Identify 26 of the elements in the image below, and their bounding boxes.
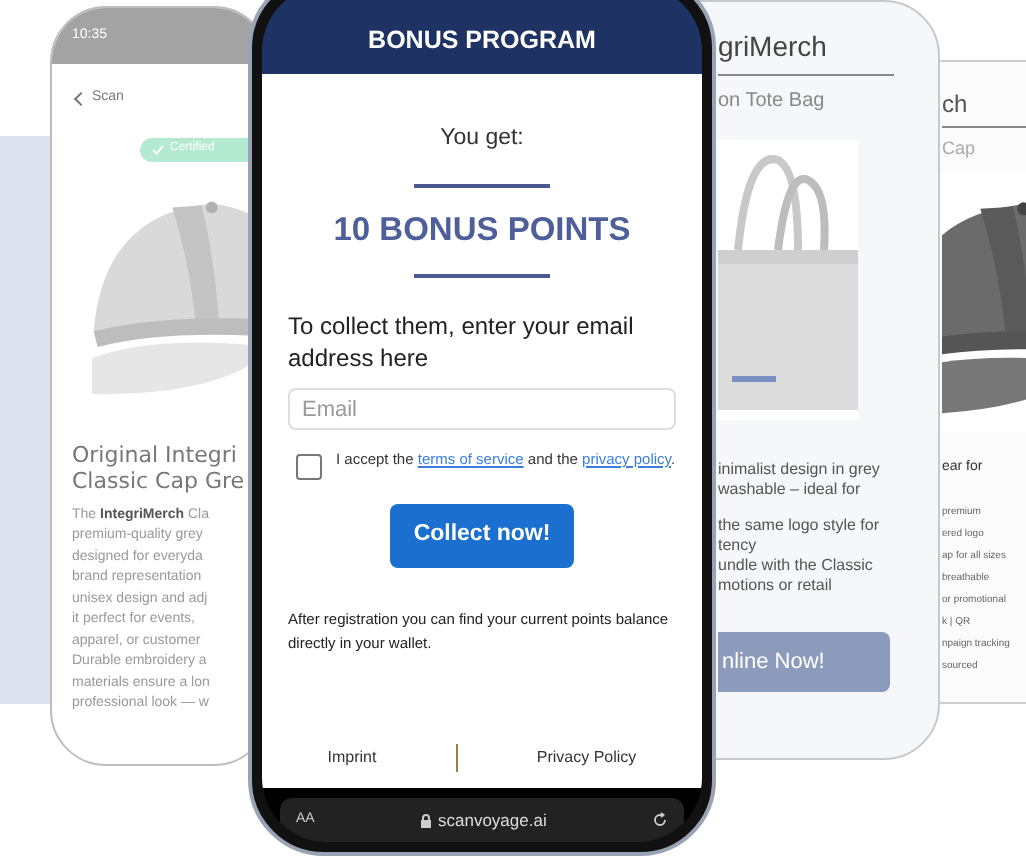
privacy-policy-link[interactable]: Privacy Policy	[536, 746, 637, 771]
collect-button[interactable]: Collect now!	[390, 504, 574, 568]
brand-title: griMerch	[718, 26, 894, 76]
consent-checkbox[interactable]	[296, 454, 322, 480]
product-subtitle: on Tote Bag	[718, 88, 827, 116]
reload-icon[interactable]	[652, 812, 668, 829]
instruction-text: To collect them, enter your email address here	[288, 310, 636, 374]
description-line: undle with the Classic	[718, 556, 875, 576]
url-text: scanvoyage.ai	[438, 807, 547, 833]
lock-icon	[420, 813, 432, 828]
imprint-link[interactable]: Imprint	[327, 746, 377, 771]
description-line: tency	[718, 536, 759, 556]
product-subtitle: Cap	[942, 136, 978, 162]
description-line: inimalist design in grey	[718, 460, 882, 480]
product-title-line: Classic Cap Gre	[72, 467, 247, 493]
product-title-line: Original Integri	[72, 441, 239, 467]
intro-text: You get:	[440, 124, 524, 154]
buy-online-button[interactable]: nline Now!	[718, 632, 890, 692]
description-line: motions or retail	[718, 576, 834, 596]
description-line: the same logo style for	[718, 516, 881, 536]
email-field[interactable]: Email	[288, 388, 676, 430]
check-icon	[152, 143, 164, 155]
header-title: BONUS PROGRAM	[368, 24, 596, 59]
description-line: washable – ideal for	[718, 480, 863, 500]
reward-heading: 10 BONUS POINTS	[333, 210, 631, 253]
product-title: ch	[942, 86, 1026, 128]
